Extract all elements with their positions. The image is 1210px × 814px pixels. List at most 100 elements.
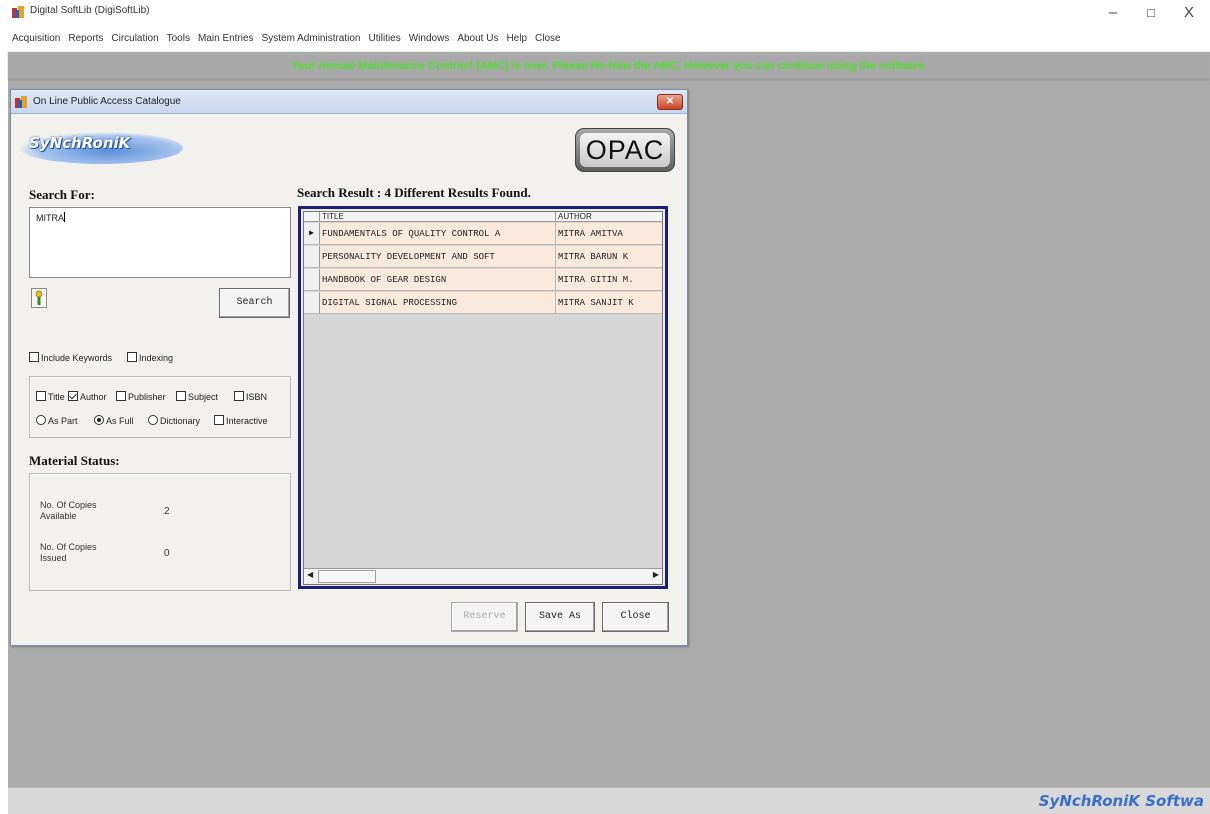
material-status-label: Material Status: bbox=[29, 453, 120, 468]
search-for-label: Search For: bbox=[29, 187, 95, 202]
menu-reports[interactable]: Reports bbox=[68, 33, 103, 44]
app-titlebar: Digital SoftLib (DigiSoftLib) – □ X bbox=[0, 0, 1210, 24]
synchronik-logo: SyNchRoniK bbox=[19, 132, 183, 164]
menu-utilities[interactable]: Utilities bbox=[369, 33, 401, 44]
table-row[interactable]: DIGITAL SIGNAL PROCESSING MITRA SANJIT K bbox=[304, 292, 662, 314]
dictionary-label: Dictionary bbox=[160, 416, 201, 426]
menu-tools[interactable]: Tools bbox=[167, 33, 190, 44]
horizontal-scrollbar[interactable]: ◀ ▶ bbox=[304, 568, 662, 584]
menu-circulation[interactable]: Circulation bbox=[111, 33, 158, 44]
menu-about-us[interactable]: About Us bbox=[457, 33, 498, 44]
text-caret bbox=[64, 212, 65, 222]
title-checkbox[interactable]: Title bbox=[36, 391, 65, 402]
as-full-radio[interactable]: As Full bbox=[94, 415, 134, 426]
isbn-checkbox[interactable]: ISBN bbox=[234, 391, 267, 402]
as-part-label: As Part bbox=[48, 416, 78, 426]
dictionary-radio[interactable]: Dictionary bbox=[148, 415, 200, 426]
copies-available-label: No. Of Copies Available bbox=[40, 500, 97, 521]
copies-available-value: 2 bbox=[164, 506, 170, 517]
interactive-label: Interactive bbox=[226, 416, 268, 426]
publisher-checkbox[interactable]: Publisher bbox=[116, 391, 166, 402]
isbn-option-label: ISBN bbox=[246, 392, 268, 402]
table-row[interactable]: ▶ FUNDAMENTALS OF QUALITY CONTROL A MITR… bbox=[304, 223, 662, 245]
maximize-button[interactable]: □ bbox=[1136, 2, 1166, 22]
column-header-author[interactable]: AUTHOR bbox=[556, 212, 662, 221]
info-icon[interactable] bbox=[31, 288, 47, 308]
material-status-group: No. Of Copies Available 2 No. Of Copies … bbox=[29, 473, 291, 591]
app-title: Digital SoftLib (DigiSoftLib) bbox=[30, 5, 150, 16]
scroll-left-arrow-icon[interactable]: ◀ bbox=[307, 570, 313, 579]
checkbox-icon bbox=[234, 391, 244, 401]
subject-option-label: Subject bbox=[188, 392, 219, 402]
scroll-right-arrow-icon[interactable]: ▶ bbox=[653, 570, 659, 579]
opac-badge-label: OPAC bbox=[580, 133, 670, 167]
search-result-summary: Search Result : 4 Different Results Foun… bbox=[297, 185, 531, 200]
row-indicator bbox=[304, 269, 320, 290]
table-row[interactable]: PERSONALITY DEVELOPMENT AND SOFT MITRA B… bbox=[304, 246, 662, 268]
include-keywords-label: Include Keywords bbox=[41, 353, 113, 363]
as-full-label: As Full bbox=[106, 416, 134, 426]
status-brand: SyNchRoniK Softwa bbox=[1038, 792, 1204, 810]
row-title-cell[interactable]: DIGITAL SIGNAL PROCESSING bbox=[320, 292, 556, 313]
indexing-checkbox[interactable]: Indexing bbox=[127, 352, 173, 363]
table-row[interactable]: HANDBOOK OF GEAR DESIGN MITRA GITIN M. bbox=[304, 269, 662, 291]
checkbox-icon bbox=[127, 352, 137, 362]
row-author-cell[interactable]: MITRA AMITVA bbox=[556, 223, 662, 244]
author-checkbox[interactable]: Author bbox=[68, 391, 107, 402]
checkbox-checked-icon bbox=[68, 391, 78, 401]
app-icon bbox=[15, 96, 27, 108]
menu-close[interactable]: Close bbox=[535, 33, 561, 44]
radio-selected-icon bbox=[94, 415, 104, 425]
row-title-cell[interactable]: HANDBOOK OF GEAR DESIGN bbox=[320, 269, 556, 290]
opac-window: On Line Public Access Catalogue ✕ SyNchR… bbox=[10, 89, 688, 646]
close-window-button[interactable]: X bbox=[1174, 2, 1204, 22]
row-selected-arrow-icon: ▶ bbox=[304, 223, 320, 244]
opac-titlebar: On Line Public Access Catalogue ✕ bbox=[11, 90, 687, 114]
scrollbar-thumb[interactable] bbox=[318, 570, 376, 583]
row-author-cell[interactable]: MITRA GITIN M. bbox=[556, 269, 662, 290]
column-header-title[interactable]: TITLE bbox=[320, 212, 556, 221]
include-keywords-checkbox[interactable]: Include Keywords bbox=[29, 352, 112, 363]
opac-badge: OPAC bbox=[575, 128, 675, 172]
opac-window-title: On Line Public Access Catalogue bbox=[33, 96, 181, 107]
search-options-group: Title Author Publisher Subject ISBN As P… bbox=[29, 376, 291, 438]
app-icon bbox=[12, 6, 24, 18]
indexing-label: Indexing bbox=[139, 353, 174, 363]
grid-header: TITLE AUTHOR bbox=[304, 212, 662, 222]
row-author-cell[interactable]: MITRA SANJIT K bbox=[556, 292, 662, 313]
close-button[interactable]: Close bbox=[602, 602, 669, 632]
checkbox-icon bbox=[176, 391, 186, 401]
menu-main-entries[interactable]: Main Entries bbox=[198, 33, 254, 44]
save-as-button[interactable]: Save As bbox=[525, 602, 595, 632]
author-option-label: Author bbox=[80, 392, 107, 402]
menu-system-administration[interactable]: System Administration bbox=[262, 33, 361, 44]
subject-checkbox[interactable]: Subject bbox=[176, 391, 218, 402]
search-input[interactable]: MITRA bbox=[29, 207, 291, 278]
search-button[interactable]: Search bbox=[219, 288, 290, 318]
row-title-cell[interactable]: PERSONALITY DEVELOPMENT AND SOFT bbox=[320, 246, 556, 267]
results-grid: TITLE AUTHOR ▶ FUNDAMENTALS OF QUALITY C… bbox=[303, 211, 663, 585]
as-part-radio[interactable]: As Part bbox=[36, 415, 78, 426]
radio-icon bbox=[36, 415, 46, 425]
row-indicator bbox=[304, 292, 320, 313]
publisher-option-label: Publisher bbox=[128, 392, 166, 402]
radio-icon bbox=[148, 415, 158, 425]
copies-issued-value: 0 bbox=[164, 548, 170, 559]
status-bar: SyNchRoniK Softwa bbox=[8, 787, 1210, 814]
row-author-cell[interactable]: MITRA BARUN K bbox=[556, 246, 662, 267]
checkbox-icon bbox=[214, 415, 224, 425]
checkbox-icon bbox=[36, 391, 46, 401]
minimize-button[interactable]: – bbox=[1098, 2, 1128, 22]
menu-windows[interactable]: Windows bbox=[409, 33, 450, 44]
row-indicator bbox=[304, 246, 320, 267]
menu-acquisition[interactable]: Acquisition bbox=[12, 33, 60, 44]
interactive-checkbox[interactable]: Interactive bbox=[214, 415, 268, 426]
menu-help[interactable]: Help bbox=[506, 33, 527, 44]
amc-notice: Your Annual Maintenance Contract (AMC) i… bbox=[8, 52, 1210, 80]
checkbox-icon bbox=[116, 391, 126, 401]
results-grid-frame: TITLE AUTHOR ▶ FUNDAMENTALS OF QUALITY C… bbox=[298, 206, 668, 589]
menu-bar: Acquisition Reports Circulation Tools Ma… bbox=[0, 24, 1210, 52]
row-title-cell[interactable]: FUNDAMENTALS OF QUALITY CONTROL A bbox=[320, 223, 556, 244]
reserve-button[interactable]: Reserve bbox=[451, 602, 518, 632]
opac-close-icon[interactable]: ✕ bbox=[657, 94, 683, 110]
